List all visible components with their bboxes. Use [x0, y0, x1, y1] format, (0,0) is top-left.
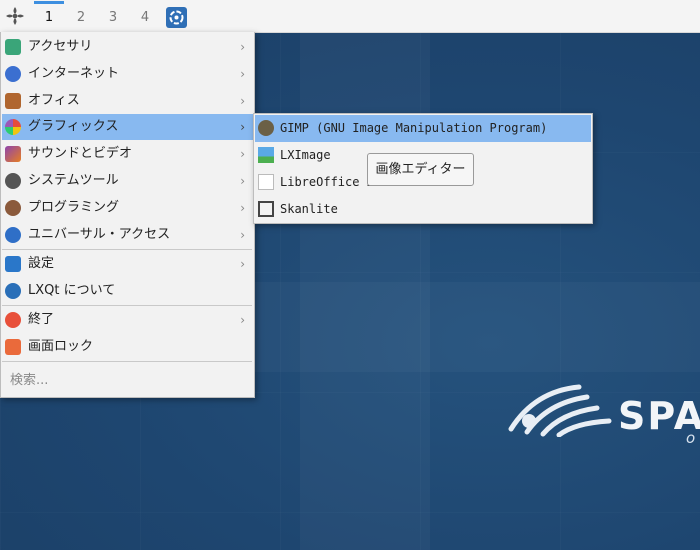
chevron-right-icon: › — [240, 67, 245, 81]
menu-item-graphics[interactable]: グラフィックス › — [2, 114, 253, 140]
menu-item-system-tools[interactable]: システムツール › — [2, 168, 253, 194]
menu-item-about-lxqt[interactable]: LXQt について — [2, 278, 253, 304]
menu-item-accessories[interactable]: アクセサリ › — [2, 34, 253, 60]
menu-item-label: LXQt について — [28, 283, 116, 298]
menu-item-label: 終了 — [28, 312, 55, 327]
menu-item-label: インターネット — [28, 66, 120, 81]
menu-item-lock-screen[interactable]: 画面ロック — [2, 334, 253, 360]
workspace-2-button[interactable]: 2 — [66, 4, 96, 32]
workspace-1-button[interactable]: 1 — [34, 1, 64, 32]
libreoffice-draw-icon — [258, 174, 274, 190]
chevron-right-icon: › — [240, 228, 245, 242]
chevron-right-icon: › — [240, 174, 245, 188]
menu-item-settings[interactable]: 設定 › — [2, 251, 253, 277]
menu-item-label: アクセサリ — [28, 39, 93, 54]
workspace-3-button[interactable]: 3 — [98, 4, 128, 32]
menu-item-label: ユニバーサル・アクセス — [28, 227, 171, 242]
lxqt-icon — [5, 283, 21, 299]
submenu-item-label: LibreOffice Dr — [280, 175, 382, 189]
menu-item-label: サウンドとビデオ — [28, 146, 133, 161]
menu-item-internet[interactable]: インターネット › — [2, 61, 253, 87]
menu-search-input[interactable]: 検索... — [10, 369, 48, 388]
chevron-right-icon: › — [240, 147, 245, 161]
menu-item-office[interactable]: オフィス › — [2, 88, 253, 114]
programming-icon — [5, 200, 21, 216]
main-menu-icon[interactable] — [4, 5, 26, 27]
workspace-4-button[interactable]: 4 — [130, 4, 160, 32]
image-viewer-icon — [258, 147, 274, 163]
menu-item-label: システムツール — [28, 173, 119, 188]
accessibility-icon — [5, 227, 21, 243]
menu-separator — [2, 249, 252, 250]
menu-item-label: グラフィックス — [28, 119, 119, 134]
chevron-right-icon: › — [240, 40, 245, 54]
accessories-icon — [5, 39, 21, 55]
application-menu: アクセサリ › インターネット › オフィス › グラフィックス › サウンドと… — [0, 32, 255, 398]
menu-item-programming[interactable]: プログラミング › — [2, 195, 253, 221]
taskbar-app-icon[interactable] — [166, 7, 187, 28]
gimp-icon — [258, 120, 274, 136]
chevron-right-icon: › — [240, 257, 245, 271]
submenu-item-label: LXImage — [280, 148, 331, 162]
chevron-right-icon: › — [240, 313, 245, 327]
menu-separator — [2, 305, 252, 306]
chevron-right-icon: › — [240, 94, 245, 108]
settings-icon — [5, 256, 21, 272]
system-tools-icon — [5, 173, 21, 189]
graphics-icon — [5, 119, 21, 135]
power-icon — [5, 312, 21, 328]
tooltip: 画像エディター — [367, 153, 474, 186]
lock-icon — [5, 339, 21, 355]
scanner-icon — [258, 201, 274, 217]
menu-item-label: プログラミング — [28, 200, 120, 215]
menu-item-label: オフィス — [28, 93, 80, 108]
chevron-right-icon: › — [240, 201, 245, 215]
sound-video-icon — [5, 146, 21, 162]
internet-icon — [5, 66, 21, 82]
menu-separator — [2, 361, 252, 362]
submenu-item-label: Skanlite — [280, 202, 338, 216]
submenu-item-label: GIMP (GNU Image Manipulation Program) — [280, 121, 548, 135]
menu-item-leave[interactable]: 終了 › — [2, 307, 253, 333]
wallpaper-logo-icon — [508, 384, 612, 437]
submenu-item-gimp[interactable]: GIMP (GNU Image Manipulation Program) — [255, 115, 591, 142]
menu-item-label: 画面ロック — [28, 339, 94, 354]
menu-item-accessibility[interactable]: ユニバーサル・アクセス › — [2, 222, 253, 248]
top-panel: 1 2 3 4 — [0, 0, 700, 33]
wallpaper-sub-text: o — [686, 429, 696, 447]
chevron-right-icon: › — [240, 120, 245, 134]
menu-item-label: 設定 — [28, 256, 55, 271]
office-icon — [5, 93, 21, 109]
submenu-item-skanlite[interactable]: Skanlite — [255, 196, 591, 223]
menu-item-sound-video[interactable]: サウンドとビデオ › — [2, 141, 253, 167]
